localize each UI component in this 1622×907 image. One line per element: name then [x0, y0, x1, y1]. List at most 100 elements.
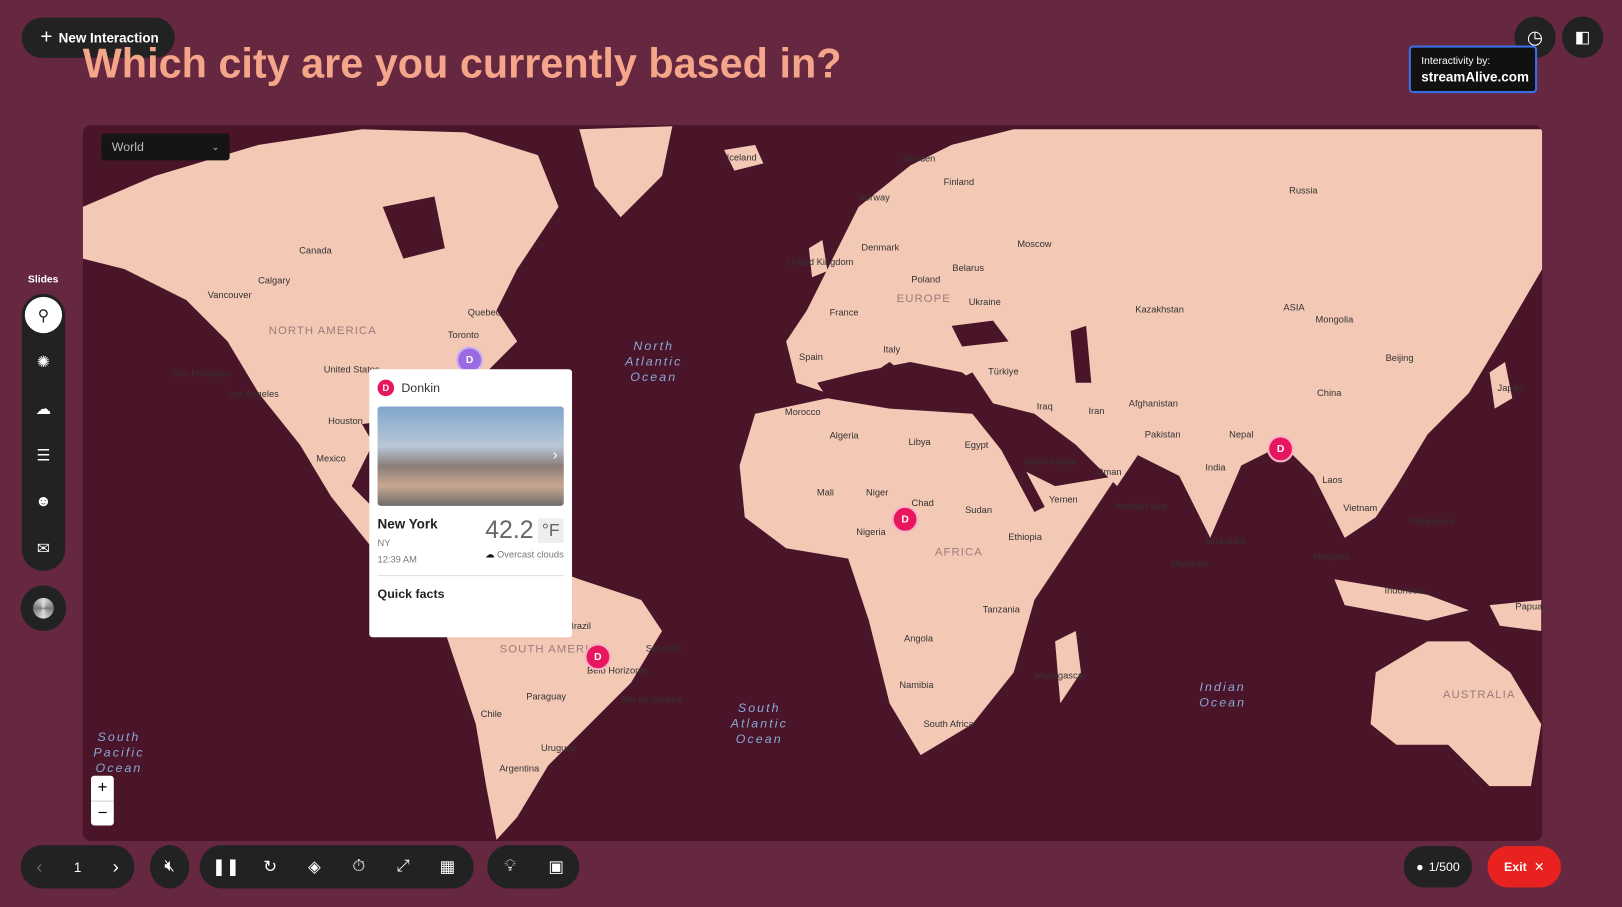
control-toolbar: ❚❚ ↻ ◈ ⏱︎ ⤢ ▦ — [199, 845, 474, 889]
bar-chart-icon[interactable]: ☰ — [25, 437, 62, 473]
chevron-left-icon[interactable]: ‹ — [36, 856, 42, 878]
map-label: Ethiopia — [1008, 531, 1042, 543]
chevron-right-icon[interactable]: › — [113, 856, 119, 878]
map-label: India — [1205, 462, 1226, 473]
pause-icon[interactable]: ❚❚ — [207, 848, 244, 885]
map-label: Libya — [908, 436, 931, 447]
extras-toolbar: 💡︎ ▣ — [487, 845, 580, 889]
unit-toggle[interactable]: °F — [537, 518, 564, 544]
world-map[interactable]: Canada NORTH AMERICA United States Mexico To… — [82, 125, 1543, 841]
map-label: San Francisco — [171, 368, 232, 379]
quick-facts[interactable]: Quick facts — [377, 575, 564, 601]
map-label: Vancouver — [207, 289, 252, 300]
greenland — [579, 126, 673, 218]
map-label: Namibia — [899, 679, 934, 690]
avatar: D — [377, 379, 395, 397]
australia — [1370, 641, 1542, 787]
map-label: Mexico — [316, 453, 346, 464]
map-marker[interactable]: D — [891, 505, 919, 533]
lightbulb-icon[interactable]: 💡︎ — [492, 848, 529, 885]
region-select[interactable]: World ⌄ — [101, 133, 230, 161]
expand-icon[interactable]: ⤢ — [385, 848, 422, 885]
zoom-out-button[interactable]: − — [91, 802, 114, 827]
panel-toggle-button[interactable]: ◧ — [1561, 16, 1604, 58]
map-label: AFRICA — [934, 546, 983, 559]
map-label: Saudi Arabia — [1023, 456, 1077, 467]
map-pin-icon[interactable]: ⚲ — [24, 296, 63, 334]
exit-button[interactable]: Exit ✕ — [1487, 846, 1561, 888]
chat-icon[interactable]: ✉ — [25, 530, 62, 566]
map-marker[interactable]: D — [584, 643, 612, 671]
ocean-label: North Atlantic Ocean — [625, 338, 683, 385]
map-label: Pakistan — [1144, 429, 1181, 440]
streamalive-badge[interactable]: Interactivity by: streamAlive.com — [1408, 45, 1538, 94]
map-label: Sudan — [965, 504, 993, 516]
wheel-icon[interactable]: ✺ — [25, 343, 62, 379]
map-label: Sweden — [901, 153, 936, 164]
city-photo[interactable]: › — [377, 406, 564, 506]
location-popup: D Donkin › New York NY 12:39 AM 42.2 °F … — [369, 369, 573, 638]
map-label: Egypt — [964, 439, 989, 450]
chevron-right-icon[interactable]: › — [553, 446, 558, 463]
map-label: Philippines — [1409, 516, 1455, 527]
reset-icon[interactable]: ↻ — [252, 848, 289, 885]
map-label: Nigeria — [856, 526, 886, 537]
map-label: Beijing — [1385, 352, 1414, 364]
map-label: Ukraine — [968, 296, 1001, 308]
map-label: ASIA — [1283, 302, 1305, 313]
map-label: Toronto — [447, 329, 479, 341]
cloud-icon: ☁ — [485, 549, 495, 560]
sidebar-panel-icon: ◧ — [1574, 28, 1591, 47]
map-label: Russia — [1289, 185, 1318, 196]
map-label: Mali — [816, 487, 834, 498]
page-title: Which city are you currently based in? — [82, 41, 842, 87]
map-label: EUROPE — [896, 292, 951, 306]
map-label: Iceland — [726, 152, 757, 163]
map-label: Kazakhstan — [1135, 304, 1184, 315]
map-label: Indonesia — [1384, 585, 1425, 596]
qr-code-icon[interactable]: ▦ — [429, 848, 466, 885]
map-label: United Kingdom — [787, 256, 854, 267]
map-label: Morocco — [784, 406, 821, 417]
map-label: Sri Lanka — [1206, 535, 1246, 547]
ocean-label: South Pacific Ocean — [93, 729, 145, 776]
map-label: Argentina — [499, 763, 540, 774]
theme-button[interactable] — [20, 585, 67, 631]
map-label: Vietnam — [1343, 502, 1378, 514]
map-label: Maldives — [1171, 558, 1208, 569]
map-label: Iran — [1088, 405, 1105, 416]
map-label: Spain — [799, 351, 823, 363]
map-label: Iraq — [1036, 401, 1053, 412]
map-label: Canada — [299, 245, 332, 256]
map-label: Afghanistan — [1128, 398, 1178, 409]
slides-sidebar: ⚲ ✺ ☁ ☰ ☻ ✉ — [21, 293, 66, 571]
word-cloud-icon[interactable]: ☁ — [25, 390, 62, 426]
map-label: Salvador — [645, 643, 683, 654]
map-label: AUSTRALIA — [1442, 688, 1516, 702]
person-icon: ● — [1416, 859, 1424, 875]
map-label: Niger — [866, 487, 889, 498]
mute-button[interactable]: 🔇︎ — [149, 845, 190, 889]
map-label: Chad — [911, 497, 934, 508]
face-icon[interactable]: ☻ — [25, 483, 62, 519]
participants-counter[interactable]: ● 1/500 — [1403, 846, 1473, 888]
image-icon[interactable]: ▣ — [538, 848, 575, 885]
slide-nav: ‹ 1 › — [20, 845, 135, 889]
map-label: Italy — [883, 344, 901, 355]
map-label: NORTH AMERICA — [268, 324, 377, 338]
palette-icon — [33, 597, 54, 619]
layers-icon[interactable]: ◈ — [296, 848, 333, 885]
map-marker[interactable]: D — [1267, 435, 1295, 463]
map-label: Norway — [858, 192, 890, 203]
zoom-in-button[interactable]: + — [91, 776, 114, 802]
map-label: Poland — [911, 274, 941, 285]
map-label: Rio de Janeiro — [621, 694, 682, 705]
timer-icon[interactable]: ⏱︎ — [340, 848, 377, 885]
map-label: China — [1317, 387, 1342, 399]
map-label: Arabian Sea — [1115, 500, 1167, 511]
map-label: Calgary — [258, 275, 291, 286]
map-label: Nepal — [1229, 429, 1254, 440]
map-label: Laos — [1322, 474, 1343, 486]
zoom-controls: + − — [91, 775, 114, 827]
map-label: Chile — [480, 708, 502, 719]
